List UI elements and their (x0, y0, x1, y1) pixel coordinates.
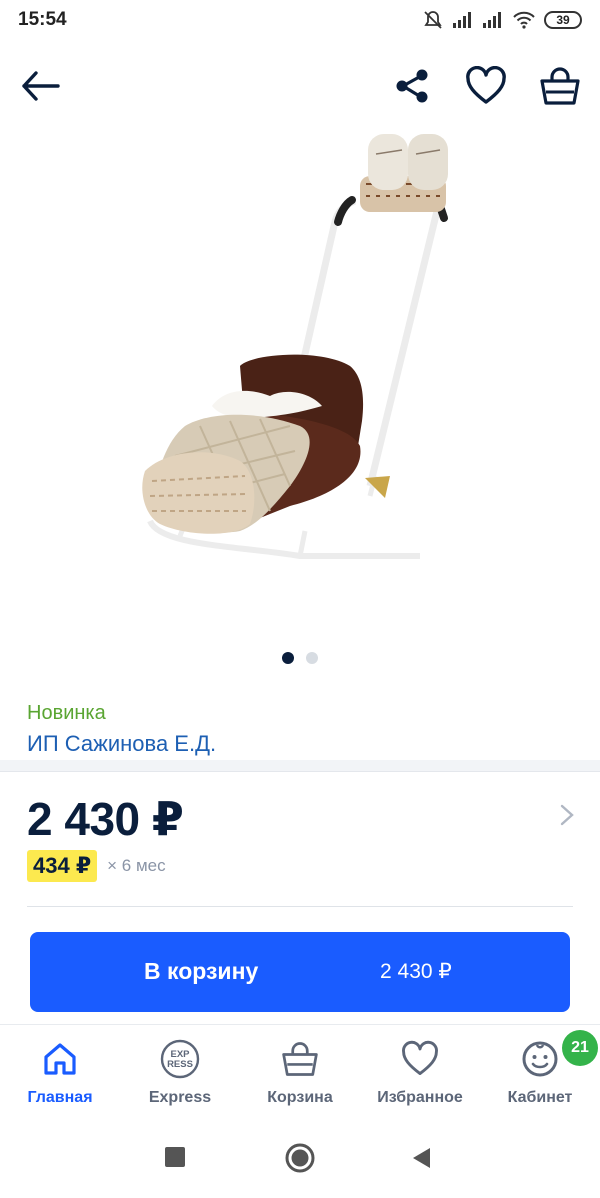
installment-amount: 434 ₽ (27, 850, 98, 882)
favorite-button[interactable] (460, 60, 512, 112)
home-system-button[interactable] (284, 1142, 316, 1174)
gallery-pagination[interactable] (0, 652, 600, 664)
system-navigation (0, 1122, 600, 1198)
wifi-icon (513, 11, 535, 29)
new-badge: Новинка (27, 702, 106, 724)
tab-favorites[interactable]: Избранное (360, 1039, 480, 1107)
cart-button[interactable] (534, 60, 586, 112)
tab-cart[interactable]: Корзина (240, 1039, 360, 1107)
profile-icon (520, 1039, 560, 1079)
express-icon: EXP RESS (159, 1039, 201, 1079)
add-to-cart-button[interactable]: В корзину 2 430 ₽ (30, 932, 570, 1012)
tab-cart-label: Корзина (267, 1089, 333, 1106)
section-divider (0, 760, 600, 772)
top-toolbar (0, 50, 600, 126)
basket-icon (540, 67, 580, 105)
seller-link[interactable]: ИП Сажинова Е.Д. (27, 731, 216, 757)
product-price: 2 430 ₽ (27, 793, 184, 845)
pagination-dot-1[interactable] (282, 652, 294, 664)
tab-express-label: Express (148, 1089, 212, 1106)
heart-icon (400, 1039, 440, 1079)
signal-icon (453, 12, 471, 28)
installment-term: × 6 мес (107, 856, 166, 875)
add-to-cart-label: В корзину (144, 958, 259, 984)
notification-badge: 21 (562, 1030, 598, 1066)
home-icon (40, 1039, 80, 1079)
tab-home-label: Главная (27, 1089, 93, 1106)
share-icon (396, 69, 428, 103)
basket-icon (280, 1039, 320, 1079)
product-image (142, 134, 448, 559)
back-system-button[interactable] (410, 1146, 432, 1170)
bottom-navigation: Главная EXP RESS Express Корзина Избранн… (0, 1024, 600, 1120)
price-section[interactable]: 2 430 ₽ 434 ₽ × 6 мес (0, 772, 600, 908)
installment-info: 434 ₽ × 6 мес (27, 850, 166, 882)
arrow-left-icon (22, 71, 60, 101)
status-time: 15:54 (18, 9, 67, 30)
share-button[interactable] (386, 60, 438, 112)
add-to-cart-price: 2 430 ₽ (380, 960, 452, 983)
product-gallery[interactable] (0, 126, 600, 646)
tab-home[interactable]: Главная (0, 1039, 120, 1107)
mute-icon (424, 11, 442, 29)
signal-icon-2 (483, 12, 501, 28)
divider-line (27, 906, 573, 907)
pagination-dot-2[interactable] (306, 652, 318, 664)
tab-cabinet-label: Кабинет (507, 1089, 573, 1106)
status-bar: 15:54 39 (0, 0, 600, 40)
recent-apps-button[interactable] (164, 1146, 186, 1168)
chevron-right-icon (560, 804, 574, 826)
back-button[interactable] (14, 60, 66, 112)
express-logo-bottom: RESS (167, 1059, 193, 1070)
status-icons: 39 (422, 9, 582, 31)
battery-icon: 39 (544, 11, 582, 29)
heart-icon (466, 66, 506, 104)
tab-express[interactable]: EXP RESS Express (120, 1039, 240, 1107)
tab-favorites-label: Избранное (377, 1089, 463, 1106)
